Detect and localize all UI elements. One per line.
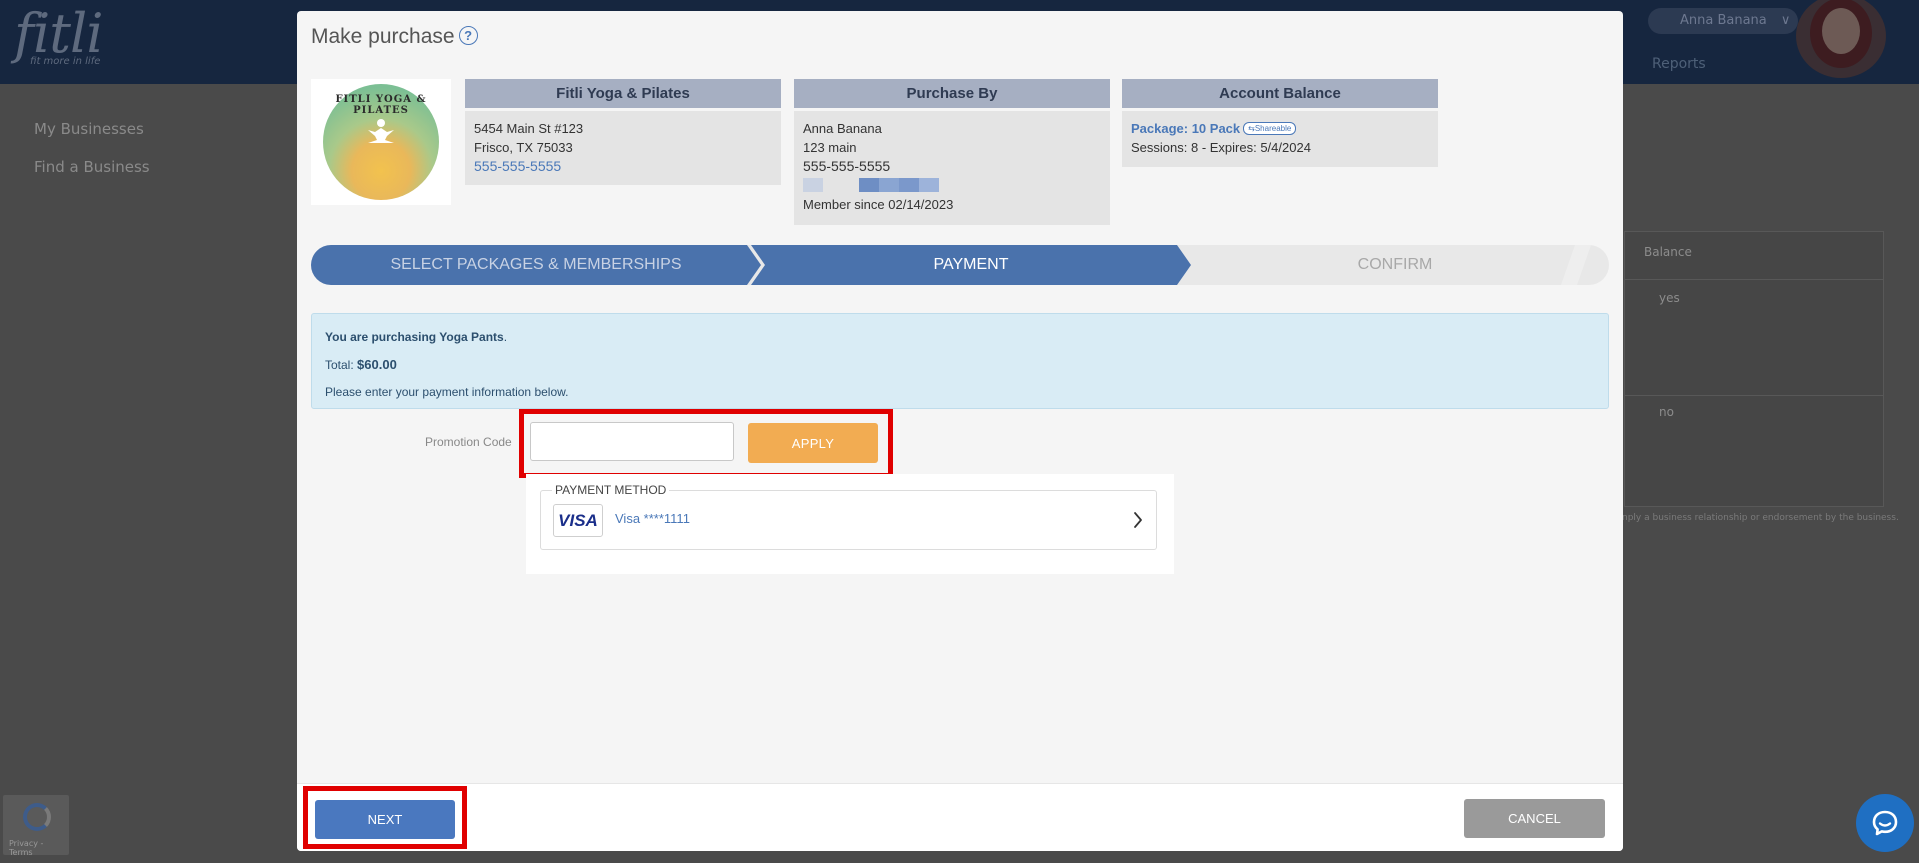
member-since: Member since 02/14/2023 (803, 197, 954, 212)
account-balance-box: Account Balance Package: 10 Pack ⇆Shareab… (1122, 79, 1438, 167)
purchase-item-text: You are purchasing Yoga Pants (325, 330, 504, 344)
user-name: Anna Banana (1680, 13, 1767, 28)
chevron-right-icon (1134, 512, 1142, 528)
step-select-packages[interactable]: SELECT PACKAGES & MEMBERSHIPS (311, 245, 761, 285)
footer-disclaimer: nply a business relationship or endorsem… (1622, 513, 1899, 523)
chat-button[interactable] (1856, 794, 1914, 852)
help-icon[interactable]: ? (458, 26, 478, 45)
business-logo: FITLI YOGA & PILATES (311, 79, 451, 205)
user-menu[interactable]: Anna Banana ∨ (1648, 8, 1798, 34)
avatar[interactable] (1796, 0, 1886, 78)
total-label: Total: (325, 358, 354, 372)
shareable-badge: ⇆Shareable (1243, 122, 1297, 135)
modal-footer: NEXT CANCEL (297, 783, 1623, 851)
meditation-icon (364, 118, 398, 156)
modal-title: Make purchase? (311, 25, 478, 49)
background-table (1624, 231, 1884, 507)
recaptcha-links[interactable]: Privacy - Terms (9, 839, 69, 857)
progress-stepper: SELECT PACKAGES & MEMBERSHIPS PAYMENT CO… (311, 245, 1609, 285)
highlight-promo-area (519, 409, 893, 478)
purchase-summary-alert: You are purchasing Yoga Pants. Total: $6… (311, 313, 1609, 409)
business-phone-link[interactable]: 555-555-5555 (474, 157, 772, 176)
recaptcha-icon (23, 803, 51, 831)
purchaser-name: Anna Banana (803, 121, 882, 136)
nav-reports[interactable]: Reports (1652, 56, 1706, 72)
purchase-modal: Make purchase? FITLI YOGA & PILATES Fitl… (297, 11, 1623, 851)
account-balance-header: Account Balance (1122, 79, 1438, 108)
promo-code-label: Promotion Code (425, 435, 512, 449)
payment-instruction: Please enter your payment information be… (325, 385, 569, 399)
sessions-expiry: Sessions: 8 - Expires: 5/4/2024 (1131, 140, 1311, 155)
payment-method-card[interactable]: PAYMENT METHOD VISA Visa ****1111 (540, 483, 1157, 550)
table-header-balance: Balance (1644, 245, 1692, 259)
cancel-button[interactable]: CANCEL (1464, 799, 1605, 838)
chevron-down-icon: ∨ (1780, 13, 1791, 28)
visa-icon: VISA (553, 504, 603, 537)
step-payment: PAYMENT (751, 245, 1191, 285)
business-address-line1: 5454 Main St #123 (474, 121, 584, 136)
total-value: $60.00 (357, 357, 397, 372)
purchaser-header: Purchase By (794, 79, 1110, 108)
highlight-next-button (303, 786, 467, 849)
redacted-email (803, 178, 1101, 192)
business-address-line2: Frisco, TX 75033 (474, 140, 573, 155)
logo-tagline: fit more in life (30, 56, 101, 67)
table-cell: no (1659, 405, 1674, 419)
table-cell: yes (1659, 291, 1680, 305)
card-number-text: Visa ****1111 (615, 511, 690, 526)
sidebar-item-find-business[interactable]: Find a Business (34, 158, 150, 176)
recaptcha-badge[interactable]: Privacy - Terms (3, 795, 69, 857)
payment-method-panel: PAYMENT METHOD VISA Visa ****1111 (526, 474, 1174, 574)
chat-icon (1872, 810, 1898, 836)
purchaser-info-box: Purchase By Anna Banana 123 main 555-555… (794, 79, 1110, 225)
package-link[interactable]: Package: 10 Pack (1131, 121, 1240, 136)
logo-ring-text: FITLI YOGA & PILATES (335, 94, 427, 116)
payment-method-legend: PAYMENT METHOD (552, 483, 670, 497)
business-info-box: Fitli Yoga & Pilates 5454 Main St #123 F… (465, 79, 781, 185)
business-name-header: Fitli Yoga & Pilates (465, 79, 781, 108)
step-confirm: CONFIRM (1357, 256, 1433, 273)
purchaser-phone: 555-555-5555 (803, 158, 891, 174)
purchaser-address: 123 main (803, 140, 857, 155)
sidebar-item-my-businesses[interactable]: My Businesses (34, 120, 144, 138)
